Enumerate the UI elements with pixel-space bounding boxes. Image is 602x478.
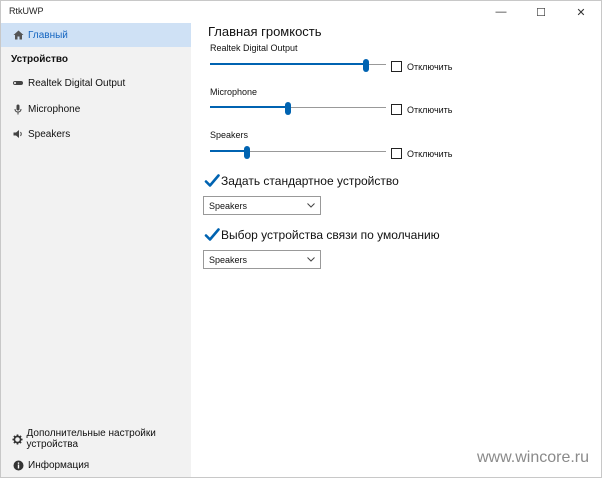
gear-icon — [11, 433, 24, 445]
sidebar-item-realtek-digital-output[interactable]: Realtek Digital Output — [1, 71, 191, 95]
checkbox-box[interactable] — [391, 148, 402, 159]
title-bar: RtkUWP — ☐ ✕ — [1, 1, 601, 23]
sidebar-item-label: Microphone — [28, 103, 81, 115]
sidebar-item-info[interactable]: Информация — [1, 453, 191, 477]
app-title: RtkUWP — [9, 6, 44, 16]
close-icon: ✕ — [576, 6, 586, 19]
volume-label-speakers: Speakers — [210, 130, 249, 140]
digital-output-icon — [11, 79, 25, 87]
volume-slider-microphone[interactable] — [210, 102, 386, 115]
sidebar-item-label: Информация — [28, 459, 90, 471]
sidebar-item-label: Realtek Digital Output — [28, 77, 126, 89]
home-icon — [11, 30, 25, 40]
sidebar-section-devices: Устройство — [1, 47, 191, 71]
app-window: RtkUWP — ☐ ✕ Главный Устройство Realtek … — [0, 0, 602, 478]
slider-thumb[interactable] — [285, 102, 291, 115]
volume-slider-realtek-digital-output[interactable] — [210, 59, 386, 72]
sidebar-item-label: Дополнительные настройки устройства — [26, 428, 156, 450]
chevron-down-icon — [306, 253, 316, 265]
chevron-down-icon — [306, 199, 316, 211]
checkbox-box[interactable] — [391, 61, 402, 72]
sidebar-item-label: Speakers — [28, 128, 71, 140]
slider-thumb[interactable] — [363, 59, 369, 72]
sidebar-item-label: Главный — [28, 29, 68, 41]
mute-checkbox-realtek-digital-output[interactable]: Отключить — [391, 61, 453, 72]
default-comm-device-label: Выбор устройства связи по умолчанию — [221, 228, 440, 242]
slider-fill — [210, 150, 247, 152]
sidebar-item-advanced-settings[interactable]: Дополнительные настройки устройства — [1, 427, 191, 451]
sidebar-section-label: Устройство — [11, 53, 68, 65]
slider-fill — [210, 106, 288, 108]
mute-label: Отключить — [407, 61, 453, 72]
slider-fill — [210, 63, 366, 65]
dropdown-value: Speakers — [209, 254, 248, 265]
default-device-checkbox[interactable]: Задать стандартное устройство — [204, 173, 399, 189]
mute-checkbox-speakers[interactable]: Отключить — [391, 148, 453, 159]
volume-slider-speakers[interactable] — [210, 146, 386, 159]
microphone-icon — [11, 104, 25, 115]
mute-label: Отключить — [407, 148, 453, 159]
maximize-icon: ☐ — [536, 6, 546, 19]
checkmark-icon[interactable] — [204, 173, 220, 189]
checkbox-box[interactable] — [391, 104, 402, 115]
default-device-dropdown[interactable]: Speakers — [203, 196, 321, 215]
default-comm-device-checkbox[interactable]: Выбор устройства связи по умолчанию — [204, 227, 440, 243]
close-button[interactable]: ✕ — [561, 1, 601, 23]
volume-label-realtek-digital-output: Realtek Digital Output — [210, 43, 298, 53]
sidebar: Главный Устройство Realtek Digital Outpu… — [1, 23, 191, 477]
default-comm-device-dropdown[interactable]: Speakers — [203, 250, 321, 269]
page-title: Главная громкость — [208, 24, 322, 39]
sidebar-item-home[interactable]: Главный — [1, 23, 191, 47]
dropdown-value: Speakers — [209, 200, 248, 211]
mute-label: Отключить — [407, 104, 453, 115]
minimize-button[interactable]: — — [481, 1, 521, 23]
main-panel: Главная громкость Realtek Digital Output… — [191, 23, 601, 477]
sidebar-item-speakers[interactable]: Speakers — [1, 122, 191, 146]
volume-label-microphone: Microphone — [210, 87, 258, 97]
info-icon — [11, 460, 25, 471]
sidebar-item-microphone[interactable]: Microphone — [1, 97, 191, 121]
slider-thumb[interactable] — [244, 146, 250, 159]
checkmark-icon[interactable] — [204, 227, 220, 243]
maximize-button[interactable]: ☐ — [521, 1, 561, 23]
minimize-icon: — — [495, 6, 507, 18]
speaker-icon — [11, 129, 25, 139]
default-device-label: Задать стандартное устройство — [221, 174, 399, 188]
watermark: www.wincore.ru — [477, 449, 590, 466]
mute-checkbox-microphone[interactable]: Отключить — [391, 104, 453, 115]
